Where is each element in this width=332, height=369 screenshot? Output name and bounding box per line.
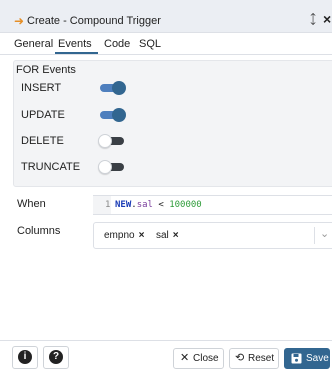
code-identifier: sal xyxy=(136,200,153,210)
info-button[interactable]: i xyxy=(12,346,38,369)
close-button-label: Close xyxy=(193,353,219,364)
code-operator: < xyxy=(152,200,170,210)
insert-label: INSERT xyxy=(21,82,62,94)
update-toggle[interactable] xyxy=(98,108,126,122)
column-chip-sal[interactable]: sal × xyxy=(156,230,179,242)
save-button[interactable]: Save xyxy=(284,348,330,369)
truncate-label: TRUNCATE xyxy=(21,161,81,173)
column-chip-empno[interactable]: empno × xyxy=(104,230,144,242)
save-button-label: Save xyxy=(306,353,329,364)
chip-remove-icon[interactable]: × xyxy=(173,230,179,241)
active-tab-indicator xyxy=(55,52,98,54)
close-icon[interactable]: × xyxy=(323,12,331,26)
help-button[interactable]: ? xyxy=(43,346,69,369)
reset-button[interactable]: ⟲ Reset xyxy=(229,348,279,369)
expand-icon[interactable]: ⤢ xyxy=(304,11,321,28)
line-number: 1 xyxy=(105,200,111,210)
close-x-icon: ✕ xyxy=(180,352,190,364)
when-label: When xyxy=(17,198,46,210)
info-icon: i xyxy=(18,350,32,364)
trigger-arrow-icon: ➜ xyxy=(14,14,25,28)
delete-label: DELETE xyxy=(21,135,64,147)
reset-icon: ⟲ xyxy=(235,352,245,364)
dialog-titlebar: ➜ Create - Compound Trigger ⤢ × xyxy=(0,0,332,33)
tab-events[interactable]: Events xyxy=(58,38,92,50)
chip-label: sal xyxy=(156,230,169,241)
save-icon xyxy=(291,353,302,364)
tab-general[interactable]: General xyxy=(14,38,53,50)
toggle-knob xyxy=(112,81,126,95)
toggle-knob xyxy=(98,160,112,174)
truncate-toggle[interactable] xyxy=(98,160,126,174)
select-divider xyxy=(314,227,315,244)
tab-code[interactable]: Code xyxy=(104,38,130,50)
tab-sql[interactable]: SQL xyxy=(139,38,161,50)
for-events-title: FOR Events xyxy=(16,64,76,76)
toggle-knob xyxy=(98,134,112,148)
help-icon: ? xyxy=(49,350,63,364)
dialog-title: Create - Compound Trigger xyxy=(27,15,161,27)
update-label: UPDATE xyxy=(21,109,65,121)
when-code: NEW.sal < 100000 xyxy=(115,200,202,210)
chip-label: empno xyxy=(104,230,135,241)
columns-label: Columns xyxy=(17,225,61,237)
close-button[interactable]: ✕ Close xyxy=(173,348,224,369)
columns-select[interactable]: empno × sal × ⌄ xyxy=(93,222,332,249)
when-code-editor[interactable]: 1 NEW.sal < 100000 xyxy=(93,195,332,215)
code-number: 100000 xyxy=(169,200,202,210)
toggle-knob xyxy=(112,108,126,122)
code-keyword: NEW xyxy=(115,200,132,210)
tab-bar: General Events Code SQL xyxy=(0,33,332,55)
delete-toggle[interactable] xyxy=(98,134,126,148)
chevron-down-icon[interactable]: ⌄ xyxy=(320,228,329,240)
chip-remove-icon[interactable]: × xyxy=(139,230,145,241)
reset-button-label: Reset xyxy=(248,353,275,364)
insert-toggle[interactable] xyxy=(98,81,126,95)
